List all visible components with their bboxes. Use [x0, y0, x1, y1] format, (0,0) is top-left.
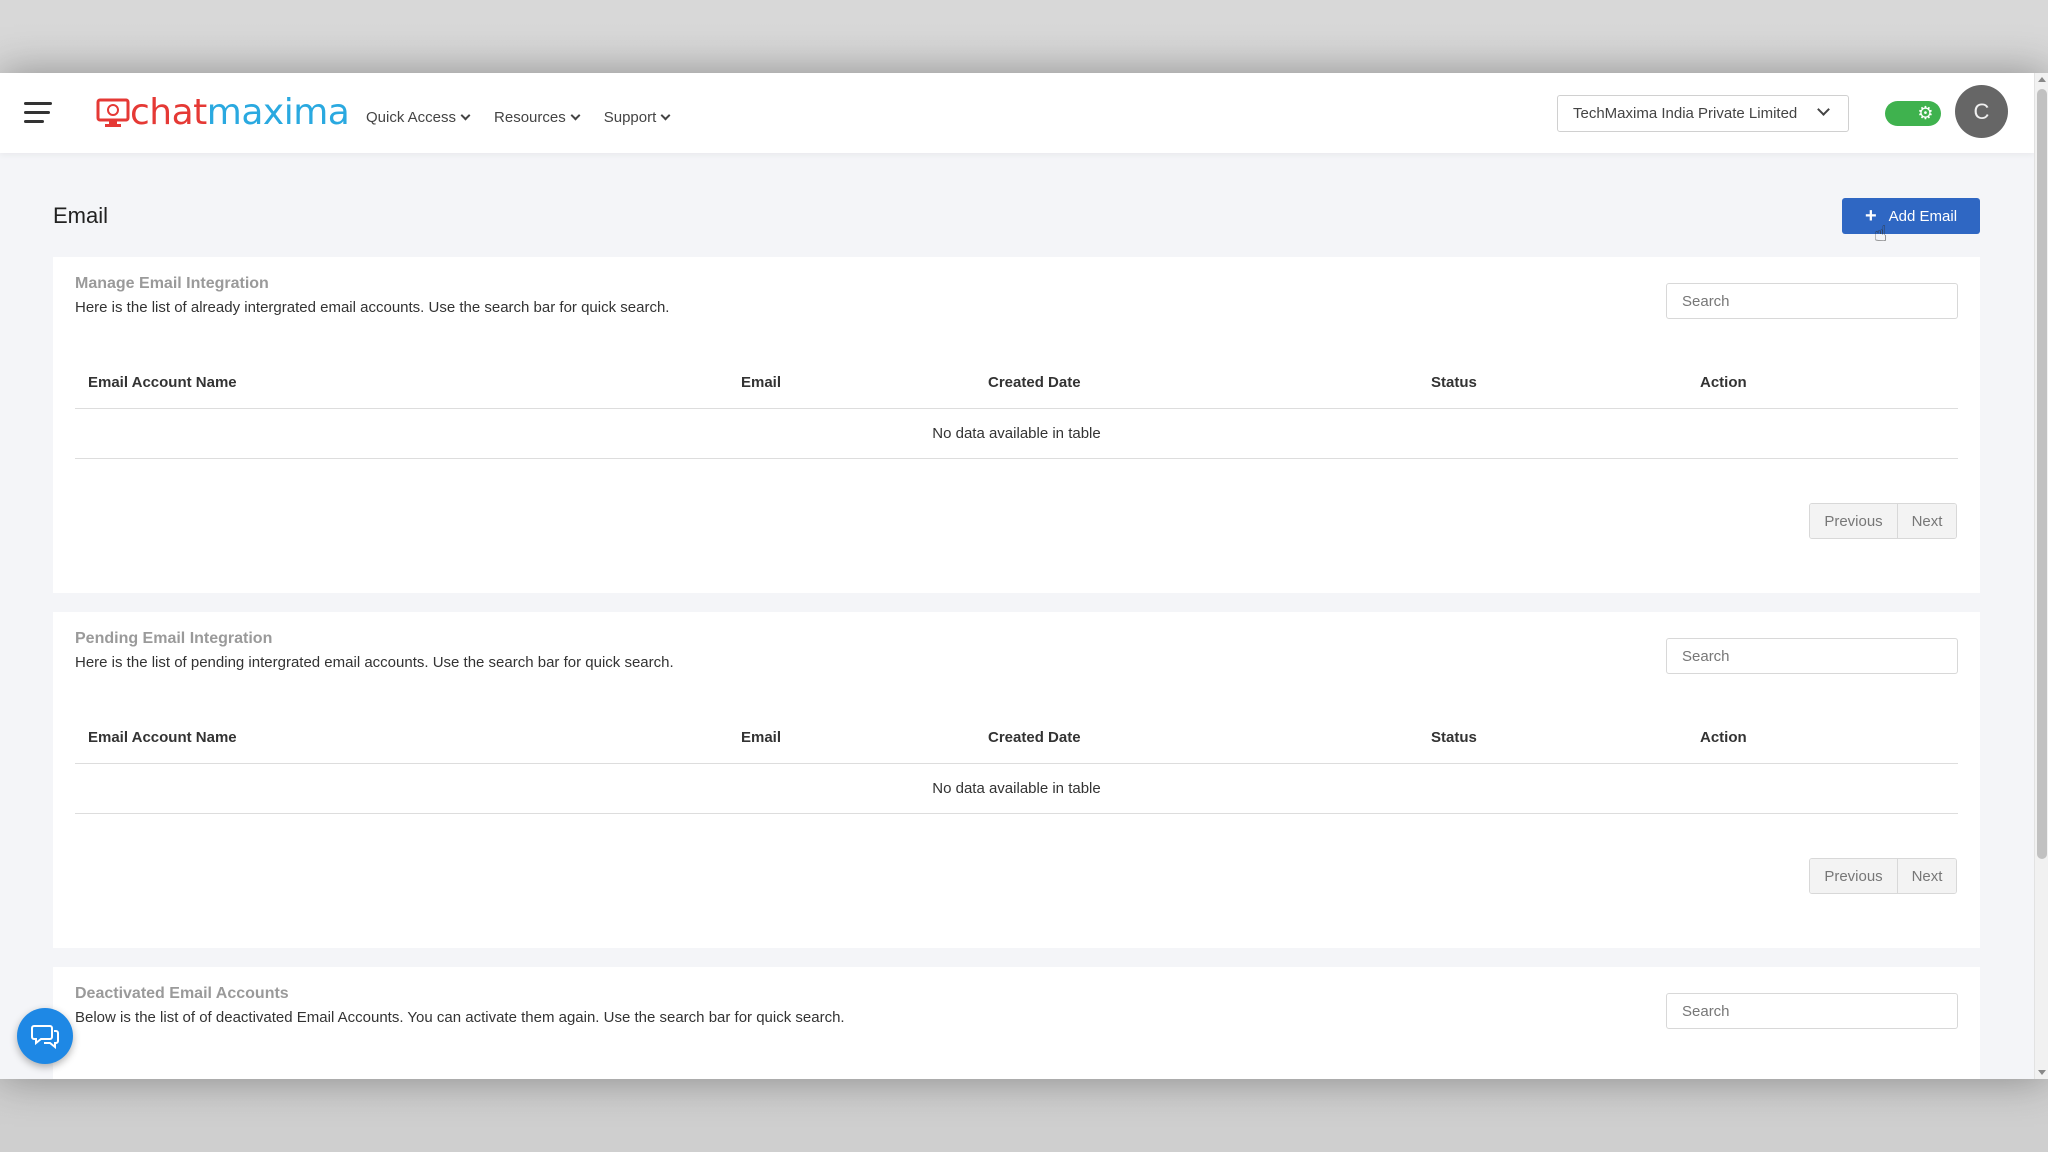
column-header-created-date[interactable]: Created Date [975, 357, 1418, 409]
column-header-email[interactable]: Email [728, 357, 975, 409]
previous-page-button[interactable]: Previous [1810, 859, 1898, 893]
search-input[interactable] [1666, 283, 1958, 319]
section-description: Here is the list of pending intergrated … [75, 654, 674, 671]
hand-cursor-icon: ☝ [1874, 221, 1888, 246]
next-page-button[interactable]: Next [1898, 859, 1956, 893]
search-input[interactable] [1666, 993, 1958, 1029]
search-input[interactable] [1666, 638, 1958, 674]
page-title: Email [53, 203, 109, 228]
table-row: No data available in table [75, 763, 1958, 814]
nav-support[interactable]: Support [604, 109, 671, 126]
chevron-down-icon [660, 110, 671, 120]
pending-email-integration-card: Pending Email Integration Here is the li… [53, 612, 1980, 948]
empty-table-message: No data available in table [75, 763, 1958, 814]
gear-icon: ⚙ [1917, 103, 1934, 123]
empty-table-message: No data available in table [75, 408, 1958, 459]
deactivated-email-accounts-card: Deactivated Email Accounts Below is the … [53, 967, 1980, 1079]
chevron-down-icon [460, 110, 471, 120]
vertical-scrollbar[interactable] [2034, 73, 2048, 1079]
table-header-row: Email Account Name Email Created Date St… [75, 357, 1958, 409]
next-page-button[interactable]: Next [1898, 504, 1956, 538]
organization-select[interactable]: TechMaxima India Private Limited [1557, 95, 1849, 132]
add-email-button-label: Add Email [1888, 207, 1958, 225]
nav-resources[interactable]: Resources [494, 109, 581, 126]
column-header-email-account-name[interactable]: Email Account Name [75, 712, 728, 764]
pagination: Previous Next [1809, 858, 1957, 894]
chat-bubble-icon [31, 1025, 59, 1049]
section-title: Manage Email Integration [75, 275, 269, 292]
scroll-down-arrow-icon[interactable] [2038, 1070, 2046, 1075]
column-header-email-account-name[interactable]: Email Account Name [75, 357, 728, 409]
manage-email-integration-card: Manage Email Integration Here is the lis… [53, 257, 1980, 593]
chatmaxima-logo[interactable]: chatmaxima [96, 92, 350, 133]
scrollbar-thumb[interactable] [2037, 89, 2047, 859]
column-header-email[interactable]: Email [728, 712, 975, 764]
email-accounts-table: Email Account Name Email Created Date St… [75, 357, 1958, 459]
logo-text: chatmaxima [130, 92, 350, 133]
previous-page-button[interactable]: Previous [1810, 504, 1898, 538]
column-header-status[interactable]: Status [1418, 357, 1687, 409]
section-title: Deactivated Email Accounts [75, 985, 289, 1002]
chat-widget-button[interactable] [17, 1008, 73, 1064]
organization-select-value: TechMaxima India Private Limited [1573, 105, 1798, 122]
user-avatar[interactable]: C [1955, 85, 2008, 138]
column-header-created-date[interactable]: Created Date [975, 712, 1418, 764]
scroll-up-arrow-icon[interactable] [2038, 77, 2046, 82]
chevron-down-icon [570, 110, 581, 120]
chevron-down-icon [1817, 103, 1830, 116]
section-description: Here is the list of already intergrated … [75, 299, 670, 316]
pagination: Previous Next [1809, 503, 1957, 539]
main-nav: Quick Access Resources Support [366, 73, 671, 153]
column-header-action[interactable]: Action [1687, 357, 1958, 409]
add-email-button[interactable]: + Add Email [1842, 198, 1980, 234]
settings-toggle[interactable]: ⚙ [1885, 101, 1941, 126]
menu-icon[interactable] [24, 102, 52, 124]
pending-email-accounts-table: Email Account Name Email Created Date St… [75, 712, 1958, 814]
monitor-logo-icon [96, 98, 130, 127]
browser-window: chatmaxima Quick Access Resources Suppor… [0, 73, 2048, 1079]
section-title: Pending Email Integration [75, 630, 273, 647]
column-header-action[interactable]: Action [1687, 712, 1958, 764]
column-header-status[interactable]: Status [1418, 712, 1687, 764]
top-navbar: chatmaxima Quick Access Resources Suppor… [0, 73, 2034, 153]
table-header-row: Email Account Name Email Created Date St… [75, 712, 1958, 764]
nav-quick-access[interactable]: Quick Access [366, 109, 471, 126]
table-row: No data available in table [75, 408, 1958, 459]
section-description: Below is the list of of deactivated Emai… [75, 1009, 845, 1026]
